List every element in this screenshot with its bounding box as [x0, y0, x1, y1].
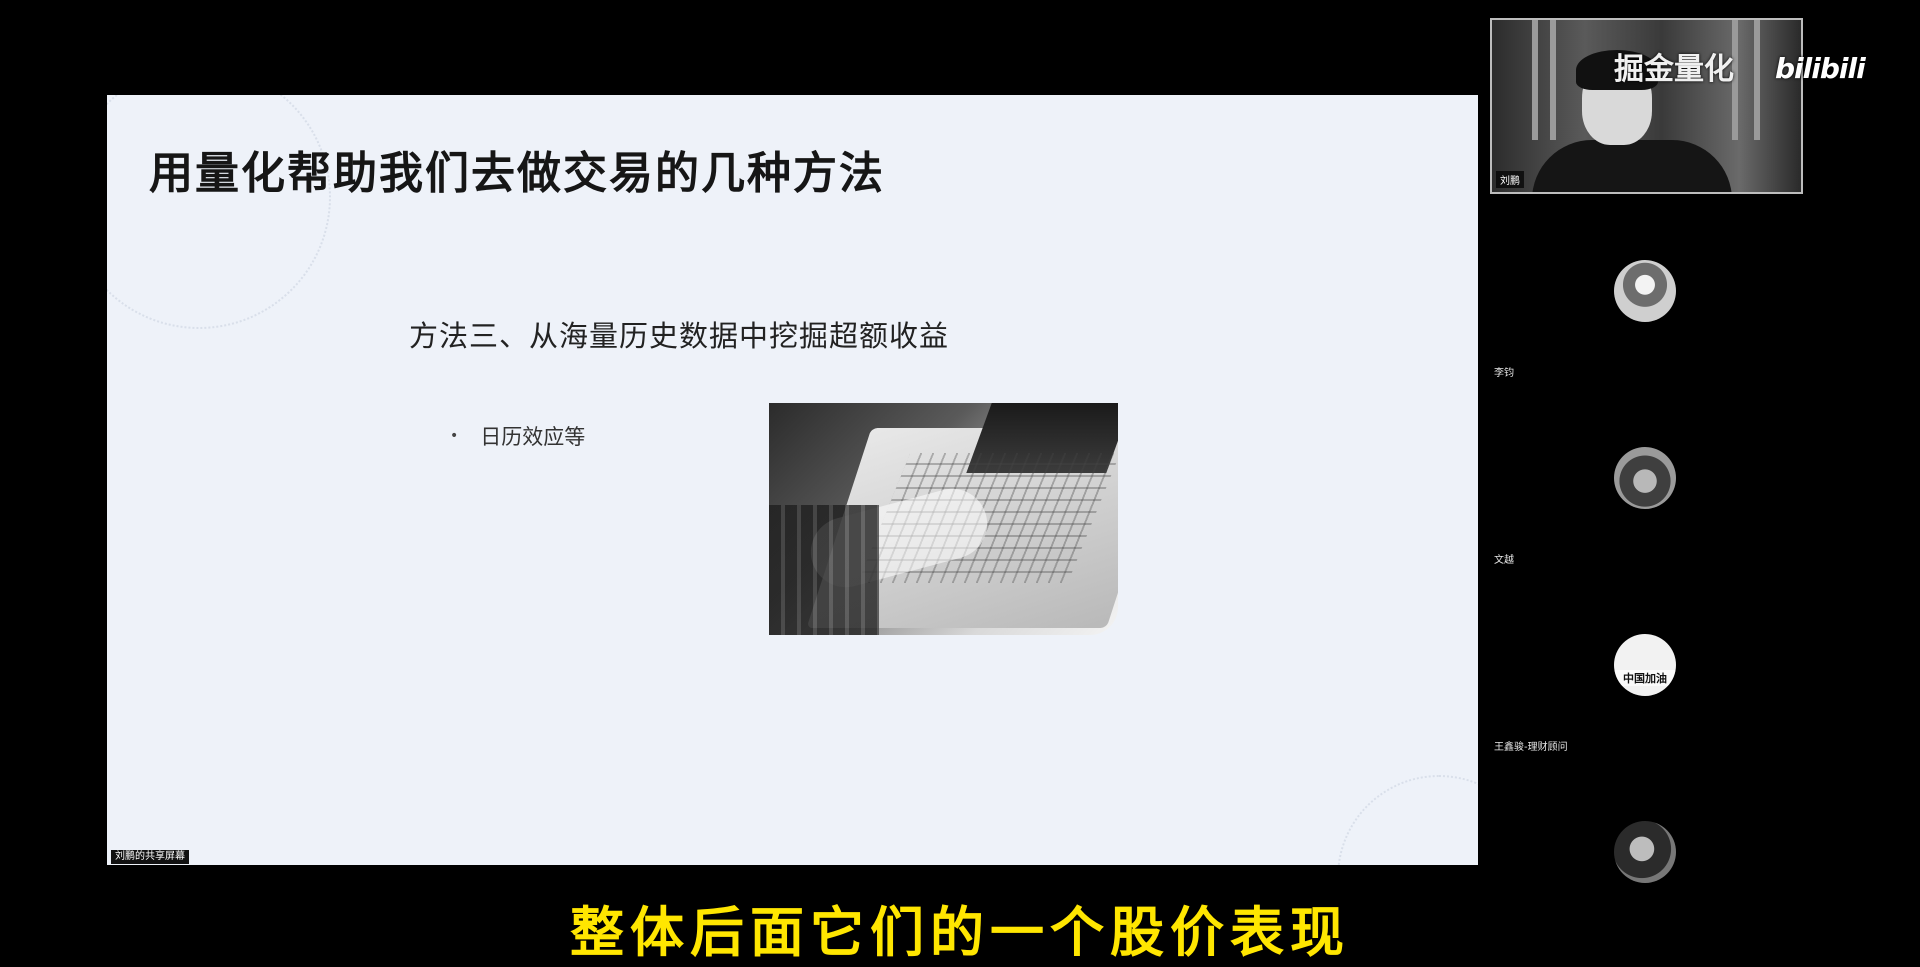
- bullet-item: • 日历效应等: [450, 421, 585, 451]
- speaker-name: 刘鹏: [1496, 171, 1524, 188]
- slide-decoration: [107, 95, 331, 329]
- city-overlay: [769, 505, 879, 635]
- method-heading: 方法三、从海量历史数据中挖掘超额收益: [409, 319, 950, 353]
- avatar-text: 中国加油: [1614, 670, 1676, 686]
- bookshelf: [1532, 20, 1538, 140]
- participant-name: 王鑫骏-理财顾问: [1494, 742, 1568, 753]
- participant-name: 文越: [1494, 555, 1514, 566]
- speaker-body: [1532, 140, 1732, 192]
- participant-name: 李钧: [1494, 368, 1514, 379]
- watermark-text: 掘金量化: [1614, 52, 1734, 87]
- laptop-keyboard-image: [769, 403, 1118, 635]
- screen-share-label: 刘鹏的共享屏幕: [111, 850, 189, 864]
- bookshelf: [1754, 20, 1760, 140]
- bilibili-logo: bilibili: [1775, 52, 1866, 85]
- bullet-text: 日历效应等: [480, 425, 586, 449]
- slide-decoration: [1337, 775, 1478, 865]
- bullet-marker: •: [450, 428, 459, 444]
- video-subtitle: 整体后面它们的一个股价表现: [570, 901, 1350, 964]
- avatar-icon: [1614, 447, 1676, 509]
- avatar-icon: 中国加油: [1614, 634, 1676, 696]
- slide-title: 用量化帮助我们去做交易的几种方法: [149, 148, 885, 199]
- avatar-icon: [1614, 260, 1676, 322]
- avatar-icon: [1614, 821, 1676, 883]
- shared-screen-slide: 用量化帮助我们去做交易的几种方法 方法三、从海量历史数据中挖掘超额收益 • 日历…: [107, 95, 1478, 865]
- bookshelf: [1550, 20, 1556, 140]
